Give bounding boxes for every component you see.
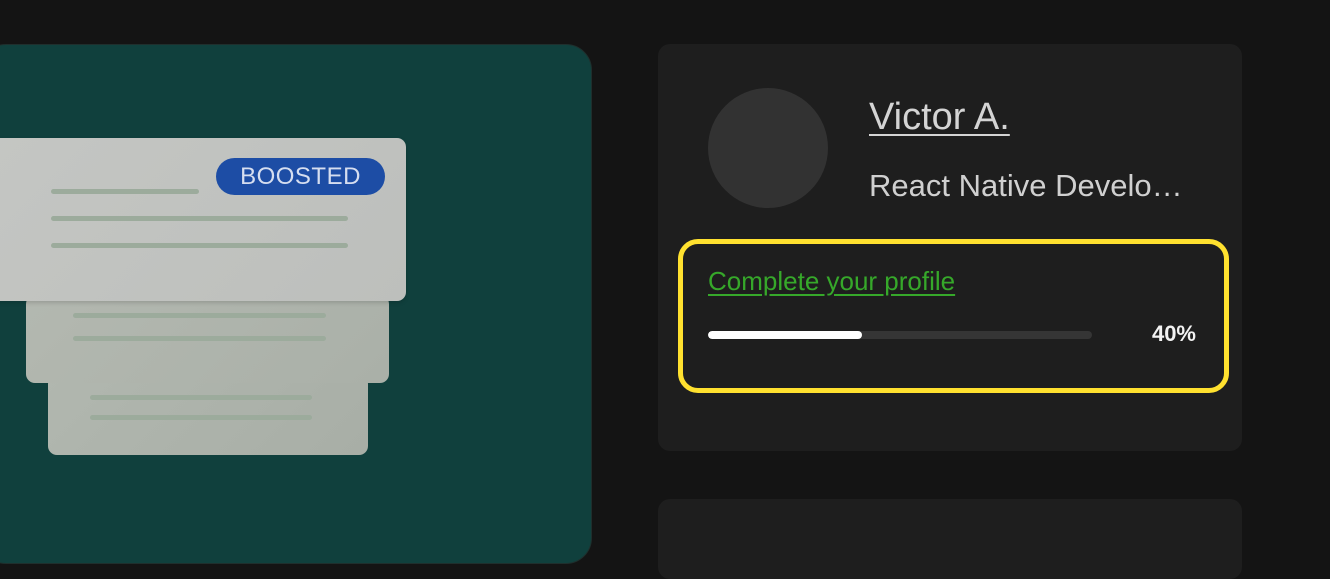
placeholder-line: [73, 313, 326, 318]
profile-progress-bar: [708, 331, 1092, 339]
placeholder-line: [51, 243, 348, 248]
stacked-card-back: [48, 375, 368, 455]
placeholder-line: [51, 189, 199, 194]
placeholder-line: [73, 336, 326, 341]
profile-progress-percent: 40%: [1151, 321, 1196, 346]
boost-promo-panel: BOOSTED: [0, 44, 592, 564]
placeholder-line: [51, 216, 348, 221]
profile-progress-fill: [708, 331, 862, 339]
profile-name-link[interactable]: Victor A.: [869, 96, 1010, 139]
avatar[interactable]: [708, 88, 828, 208]
stacked-card-middle: [26, 295, 389, 383]
placeholder-line: [90, 415, 312, 420]
profile-card: Victor A. React Native Develo… Complete …: [658, 44, 1242, 451]
next-card: [658, 499, 1242, 579]
complete-profile-link[interactable]: Complete your profile: [708, 266, 955, 297]
profile-completion-box: Complete your profile 40%: [678, 239, 1229, 393]
profile-job-title: React Native Develo…: [869, 168, 1183, 203]
placeholder-line: [90, 395, 312, 400]
boosted-badge: BOOSTED: [216, 158, 385, 195]
